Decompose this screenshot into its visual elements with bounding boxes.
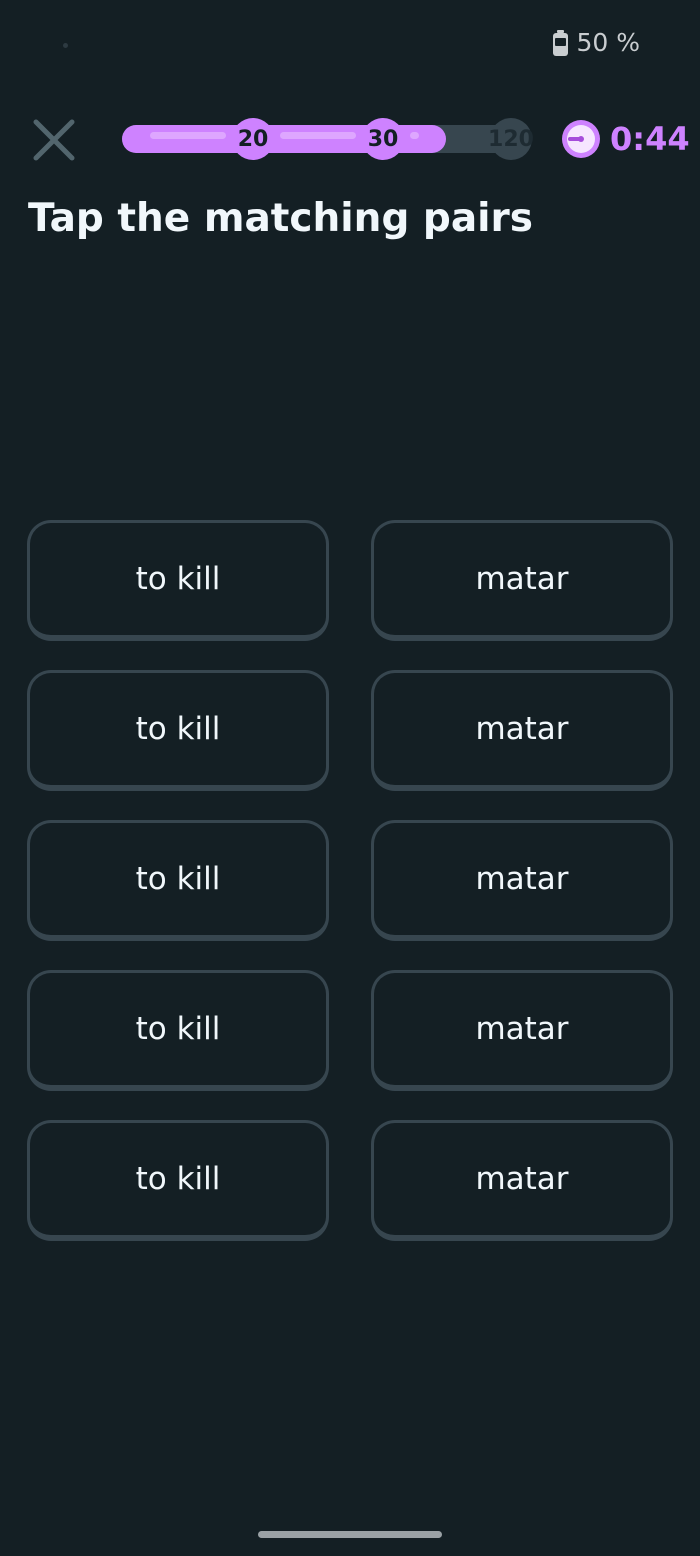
- front-camera-dot: [63, 43, 68, 48]
- match-grid: to kill matar to kill matar to kill mata…: [27, 520, 673, 1241]
- battery-icon: [553, 29, 569, 56]
- close-button[interactable]: [30, 116, 78, 164]
- milestone-badge-30: 30: [362, 118, 404, 160]
- lesson-progress-bar: 20 30 120: [122, 118, 534, 160]
- left-word-tile[interactable]: to kill: [27, 820, 329, 941]
- home-indicator[interactable]: [258, 1531, 442, 1538]
- milestone-badge-120: 120: [488, 118, 534, 160]
- left-word-tile[interactable]: to kill: [27, 1120, 329, 1241]
- stopwatch-icon: [562, 120, 600, 158]
- right-word-tile[interactable]: matar: [371, 520, 673, 641]
- right-word-tile[interactable]: matar: [371, 970, 673, 1091]
- progress-shine: [150, 132, 226, 139]
- right-word-tile[interactable]: matar: [371, 820, 673, 941]
- left-word-tile[interactable]: to kill: [27, 970, 329, 1091]
- battery-percentage: 50 %: [576, 28, 640, 57]
- right-word-tile[interactable]: matar: [371, 670, 673, 791]
- left-word-tile[interactable]: to kill: [27, 670, 329, 791]
- progress-shine: [410, 132, 419, 139]
- close-x-icon: [33, 119, 75, 161]
- progress-shine: [280, 132, 356, 139]
- battery-indicator: 50 %: [553, 28, 640, 57]
- timer: 0:44: [560, 118, 690, 160]
- status-bar: 50 %: [0, 0, 700, 90]
- timer-value: 0:44: [610, 120, 690, 158]
- milestone-badge-20: 20: [232, 118, 274, 160]
- instruction-title: Tap the matching pairs: [28, 196, 533, 241]
- left-word-tile[interactable]: to kill: [27, 520, 329, 641]
- right-word-tile[interactable]: matar: [371, 1120, 673, 1241]
